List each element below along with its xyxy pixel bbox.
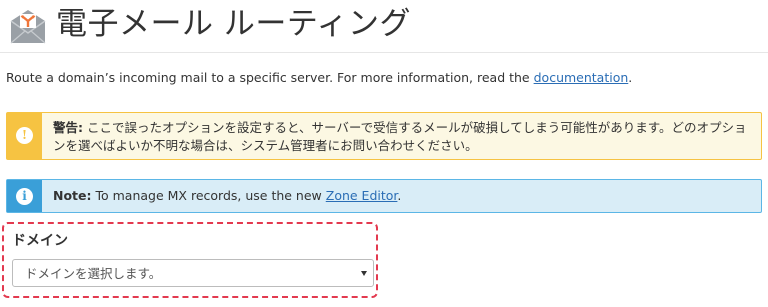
warning-alert-text: 警告: ここで誤ったオプションを設定すると、サーバーで受信するメールが破損してし… (53, 119, 751, 155)
info-alert: i Note: To manage MX records, use the ne… (6, 179, 762, 213)
domain-select[interactable]: ドメインを選択します。 (12, 259, 374, 287)
domain-section: ドメイン ドメインを選択します。 (2, 222, 378, 298)
info-message: To manage MX records, use the new (91, 188, 326, 203)
email-routing-icon (10, 10, 46, 44)
zone-editor-link[interactable]: Zone Editor (326, 188, 398, 203)
page-header: 電子メール ルーティング (0, 0, 768, 53)
info-suffix: . (397, 188, 402, 203)
info-alert-strip: i (7, 180, 42, 212)
domain-select-value: ドメインを選択します。 (25, 266, 162, 281)
warning-alert: ! 警告: ここで誤ったオプションを設定すると、サーバーで受信するメールが破損し… (6, 112, 762, 160)
domain-label: ドメイン (12, 233, 68, 249)
info-label: Note: (53, 188, 92, 203)
page-title: 電子メール ルーティング (56, 6, 411, 42)
documentation-link[interactable]: documentation (534, 70, 629, 85)
description-text: Route a domain’s incoming mail to a spec… (6, 70, 534, 85)
description-suffix: . (628, 70, 633, 85)
info-icon: i (16, 188, 33, 205)
page-description: Route a domain’s incoming mail to a spec… (6, 69, 632, 87)
warning-label: 警告: (53, 120, 83, 135)
chevron-down-icon (361, 271, 367, 276)
info-alert-text: Note: To manage MX records, use the new … (53, 187, 751, 205)
page: 電子メール ルーティング Route a domain’s incoming m… (0, 0, 768, 307)
warning-message: ここで誤ったオプションを設定すると、サーバーで受信するメールが破損してしまう可能… (53, 120, 747, 153)
warning-alert-strip: ! (7, 113, 42, 159)
exclamation-icon: ! (16, 127, 33, 144)
